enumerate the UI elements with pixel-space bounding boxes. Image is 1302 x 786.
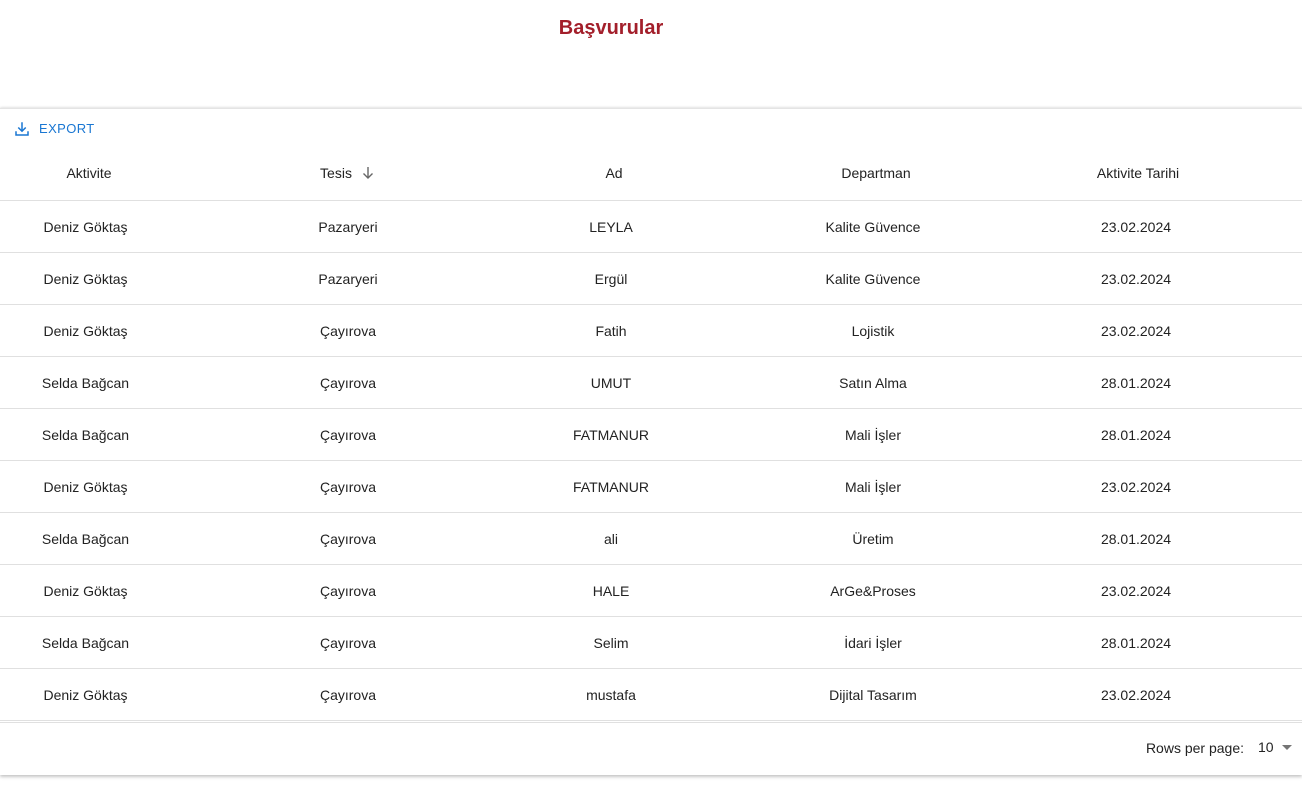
cell-ad: mustafa — [586, 686, 636, 703]
export-button[interactable]: EXPORT — [13, 119, 95, 139]
cell-aktivite: Deniz Göktaş — [43, 218, 128, 235]
column-header-label: Ad — [605, 164, 623, 181]
cell-tesis: Çayırova — [319, 582, 377, 599]
cell-tesis: Pazaryeri — [318, 218, 378, 235]
table-row[interactable]: Deniz Göktaş Çayırova HALE ArGe&Proses 2… — [0, 565, 1302, 617]
cell-ad: HALE — [592, 582, 630, 599]
column-header-departman[interactable]: Departman — [749, 149, 1003, 196]
table-row[interactable]: Deniz Göktaş Çayırova Fatih Lojistik 23.… — [0, 305, 1302, 357]
column-header-label: Departman — [841, 164, 911, 181]
column-header-tesis[interactable]: Tesis — [221, 149, 475, 196]
cell-ad: Fatih — [595, 322, 627, 339]
cell-ad: UMUT — [590, 374, 632, 391]
cell-aktivite: Selda Bağcan — [41, 426, 130, 443]
cell-tesis: Çayırova — [319, 426, 377, 443]
cell-tesis: Çayırova — [319, 374, 377, 391]
table-row[interactable]: Selda Bağcan Çayırova FATMANUR Mali İşle… — [0, 409, 1302, 461]
cell-ad: FATMANUR — [573, 478, 649, 495]
caret-down-icon — [1281, 744, 1292, 750]
cell-aktivite: Selda Bağcan — [41, 634, 130, 651]
cell-aktivite-tarihi: 28.01.2024 — [1100, 634, 1172, 651]
cell-aktivite: Deniz Göktaş — [43, 478, 128, 495]
cell-departman: Dijital Tasarım — [829, 686, 917, 703]
rows-per-page-select[interactable]: 10 — [1258, 739, 1292, 755]
column-header-label: Tesis — [320, 164, 352, 181]
page-title: Başvurular — [558, 17, 664, 39]
cell-ad: Selim — [593, 634, 629, 651]
cell-departman: Satın Alma — [839, 374, 907, 391]
cell-departman: Kalite Güvence — [825, 270, 921, 287]
cell-aktivite: Deniz Göktaş — [43, 270, 128, 287]
table-row[interactable]: Selda Bağcan Çayırova UMUT Satın Alma 28… — [0, 357, 1302, 409]
cell-aktivite-tarihi: 23.02.2024 — [1100, 322, 1172, 339]
rows-per-page-label: Rows per page: — [1145, 740, 1244, 756]
cell-tesis: Çayırova — [319, 686, 377, 703]
cell-aktivite-tarihi: 28.01.2024 — [1100, 426, 1172, 443]
column-header-ad[interactable]: Ad — [487, 149, 741, 196]
cell-aktivite-tarihi: 28.01.2024 — [1100, 530, 1172, 547]
cell-aktivite-tarihi: 23.02.2024 — [1100, 218, 1172, 235]
cell-aktivite: Deniz Göktaş — [43, 322, 128, 339]
data-grid: EXPORT Aktivite Tesis Ad Departman Aktiv… — [0, 108, 1302, 775]
table-body: Deniz Göktaş Pazaryeri LEYLA Kalite Güve… — [0, 201, 1302, 721]
cell-departman: Kalite Güvence — [825, 218, 921, 235]
cell-aktivite-tarihi: 23.02.2024 — [1100, 270, 1172, 287]
cell-ad: LEYLA — [589, 218, 633, 235]
cell-aktivite-tarihi: 23.02.2024 — [1100, 478, 1172, 495]
table-row[interactable]: Deniz Göktaş Pazaryeri Ergül Kalite Güve… — [0, 253, 1302, 305]
cell-aktivite-tarihi: 23.02.2024 — [1100, 686, 1172, 703]
cell-aktivite: Deniz Göktaş — [43, 582, 128, 599]
column-header-aktivite-tarihi[interactable]: Aktivite Tarihi — [1011, 149, 1265, 196]
cell-aktivite: Deniz Göktaş — [43, 686, 128, 703]
table-row[interactable]: Deniz Göktaş Pazaryeri LEYLA Kalite Güve… — [0, 201, 1302, 253]
cell-tesis: Çayırova — [319, 478, 377, 495]
cell-aktivite: Selda Bağcan — [41, 530, 130, 547]
cell-aktivite: Selda Bağcan — [41, 374, 130, 391]
cell-departman: Mali İşler — [844, 478, 901, 495]
table-row[interactable]: Selda Bağcan Çayırova ali Üretim 28.01.2… — [0, 513, 1302, 565]
table-footer: Rows per page: 10 — [0, 722, 1302, 774]
table-header: Aktivite Tesis Ad Departman Aktivite Tar… — [0, 149, 1302, 201]
column-header-label: Aktivite — [66, 164, 112, 181]
cell-tesis: Çayırova — [319, 322, 377, 339]
cell-departman: Üretim — [852, 530, 894, 547]
table-row[interactable]: Deniz Göktaş Çayırova mustafa Dijital Ta… — [0, 669, 1302, 721]
cell-ad: FATMANUR — [573, 426, 649, 443]
download-icon — [13, 120, 31, 138]
table-row[interactable]: Selda Bağcan Çayırova Selim İdari İşler … — [0, 617, 1302, 669]
table-row[interactable]: Deniz Göktaş Çayırova FATMANUR Mali İşle… — [0, 461, 1302, 513]
export-label: EXPORT — [39, 121, 95, 136]
cell-aktivite-tarihi: 23.02.2024 — [1100, 582, 1172, 599]
cell-tesis: Çayırova — [319, 634, 377, 651]
cell-departman: Mali İşler — [844, 426, 901, 443]
rows-per-page-value: 10 — [1258, 739, 1274, 755]
cell-departman: ArGe&Proses — [830, 582, 916, 599]
column-header-label: Aktivite Tarihi — [1096, 164, 1180, 181]
cell-tesis: Çayırova — [319, 530, 377, 547]
cell-ad: ali — [603, 530, 618, 547]
cell-departman: Lojistik — [851, 322, 895, 339]
cell-departman: İdari İşler — [844, 634, 902, 651]
cell-ad: Ergül — [594, 270, 628, 287]
cell-tesis: Pazaryeri — [318, 270, 378, 287]
arrow-down-icon[interactable] — [360, 165, 376, 181]
cell-aktivite-tarihi: 28.01.2024 — [1100, 374, 1172, 391]
column-header-aktivite[interactable]: Aktivite — [0, 149, 178, 196]
